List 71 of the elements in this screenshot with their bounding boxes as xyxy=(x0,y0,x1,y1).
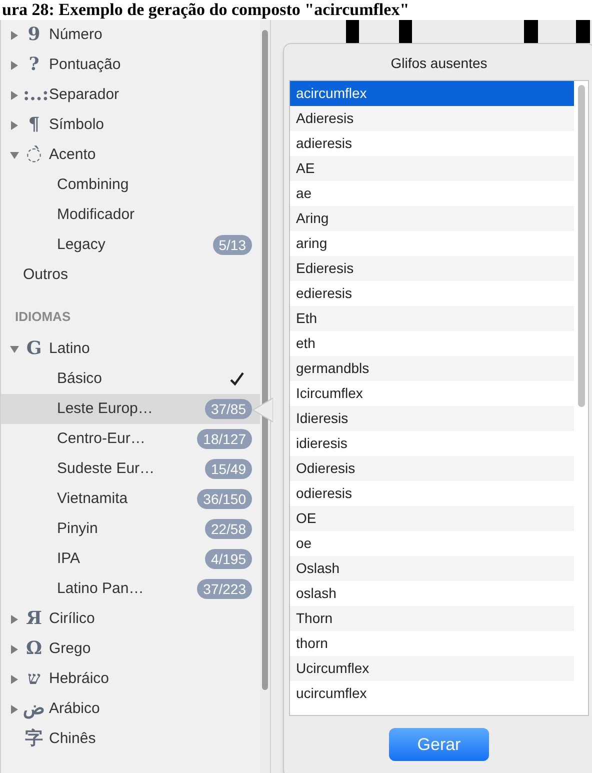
glyph-list-item[interactable]: acircumflex xyxy=(290,81,574,106)
category-glyph-icon: 9 xyxy=(23,26,45,44)
category-glyph-icon: ض xyxy=(23,700,45,718)
subcategory-label[interactable]: Leste Europ… xyxy=(57,398,153,420)
glyph-list-item[interactable]: AE xyxy=(290,156,574,181)
subcategory-label[interactable]: Básico xyxy=(57,368,102,390)
count-badge: 18/127 xyxy=(197,429,252,449)
selected-row[interactable]: Leste Europ… 37/85 xyxy=(1,394,260,424)
category-label[interactable]: Pontuação xyxy=(49,54,121,76)
subcategory-label[interactable]: Latino Pan… xyxy=(57,578,144,600)
glyph-list-item[interactable]: OE xyxy=(290,506,574,531)
category-label[interactable]: Hebráico xyxy=(49,668,110,690)
expand-triangle-icon[interactable] xyxy=(10,644,18,654)
expand-triangle-icon[interactable] xyxy=(10,60,18,70)
glyph-list-item[interactable]: germandbls xyxy=(290,356,574,381)
category-label[interactable]: Acento xyxy=(49,144,96,166)
expand-triangle-icon[interactable] xyxy=(10,90,18,100)
subcategory-label[interactable]: IPA xyxy=(57,548,80,570)
category-label[interactable]: Outros xyxy=(23,264,68,286)
category-glyph-icon: 字 xyxy=(23,730,45,748)
expand-triangle-icon[interactable] xyxy=(10,704,18,714)
category-glyph-icon: ש xyxy=(23,670,45,688)
subcategory-label[interactable]: Vietnamita xyxy=(57,488,128,510)
list-scrollbar[interactable] xyxy=(578,85,584,407)
subcategory-label[interactable]: Centro-Eur… xyxy=(57,428,146,450)
expand-triangle-icon[interactable] xyxy=(10,30,18,40)
glyph-list-item[interactable]: Aring xyxy=(290,206,574,231)
glyph-list-item[interactable]: Odieresis xyxy=(290,456,574,481)
subcategory-label[interactable]: Legacy xyxy=(57,234,106,256)
category-glyph-icon: ◌̀ xyxy=(23,146,45,164)
glyph-list-item[interactable]: Eth xyxy=(290,306,574,331)
count-badge: 15/49 xyxy=(204,459,252,479)
category-glyph-icon: Ω xyxy=(23,640,45,658)
glyph-list-item[interactable]: Ucircumflex xyxy=(290,656,574,681)
category-label[interactable]: Cirílico xyxy=(49,608,95,630)
count-badge: 22/58 xyxy=(204,519,252,539)
category-glyph-icon: G xyxy=(23,340,45,358)
popover-title: Glifos ausentes xyxy=(390,54,488,73)
category-label[interactable]: Separador xyxy=(49,84,120,106)
category-glyph-icon: ? xyxy=(23,56,45,74)
subcategory-label[interactable]: Pinyin xyxy=(57,518,98,540)
glyph-list-item[interactable]: Adieresis xyxy=(290,106,574,131)
figure-caption: ura 28: Exemplo de geração do composto "acircumflex" xyxy=(1,0,410,20)
count-badge: 36/150 xyxy=(197,489,252,509)
section-header: IDIOMAS xyxy=(14,308,72,326)
category-glyph-icon: Я xyxy=(23,610,45,628)
category-glyph-icon: :..: xyxy=(23,86,45,104)
expand-triangle-icon[interactable] xyxy=(10,614,18,624)
category-label[interactable]: Arábico xyxy=(49,698,100,720)
glyph-list-item[interactable]: Idieresis xyxy=(290,406,574,431)
collapse-triangle-icon[interactable] xyxy=(10,344,18,354)
category-label[interactable]: Chinês xyxy=(49,728,96,750)
category-glyph-icon: ¶ xyxy=(23,116,45,134)
expand-triangle-icon[interactable] xyxy=(10,674,18,684)
subcategory-label[interactable]: Modificador xyxy=(57,204,135,226)
category-label[interactable]: Número xyxy=(49,24,102,46)
category-label[interactable]: Latino xyxy=(49,338,90,360)
count-badge: 37/85 xyxy=(204,399,252,419)
collapse-triangle-icon[interactable] xyxy=(10,150,18,160)
subcategory-label[interactable]: Combining xyxy=(57,174,129,196)
category-label[interactable]: Símbolo xyxy=(49,114,104,136)
expand-triangle-icon[interactable] xyxy=(10,120,18,130)
count-badge: 37/223 xyxy=(197,579,252,599)
subcategory-label[interactable]: Sudeste Eur… xyxy=(57,458,155,480)
category-label[interactable]: Grego xyxy=(49,638,91,660)
glyph-list-item[interactable]: Oslash xyxy=(290,556,574,581)
glyph-list-item[interactable]: Thorn xyxy=(290,606,574,631)
count-badge: 5/13 xyxy=(212,235,252,255)
scrollbar[interactable] xyxy=(262,30,268,690)
count-badge: 4/195 xyxy=(204,549,252,569)
glyph-list-item[interactable]: Edieresis xyxy=(290,256,574,281)
